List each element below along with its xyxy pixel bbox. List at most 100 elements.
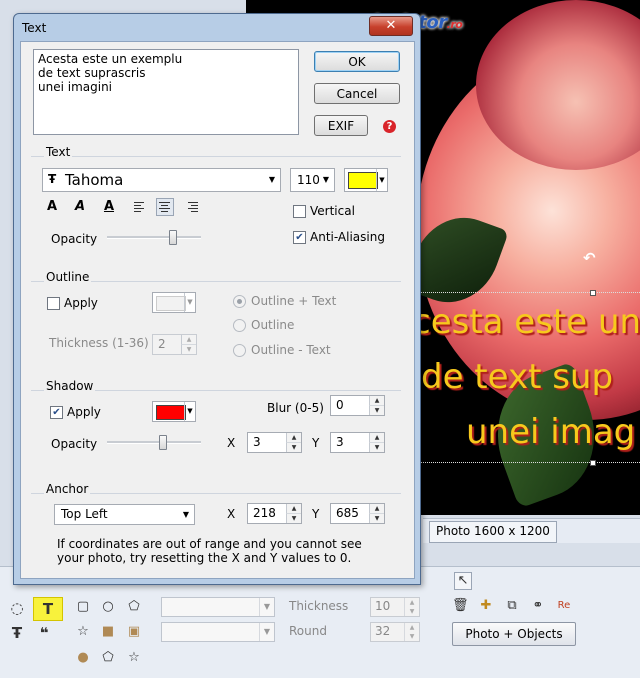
star-icon[interactable]: ☆ — [75, 624, 91, 640]
radio-outline[interactable]: Outline — [233, 318, 294, 332]
shadow-opacity-label: Opacity — [51, 437, 98, 451]
anchor-help-note: If coordinates are out of range and you … — [57, 537, 362, 565]
exif-button[interactable]: EXIF — [314, 115, 368, 136]
italic-icon[interactable]: A — [72, 199, 88, 215]
dialog-titlebar[interactable]: Text ✕ — [14, 14, 420, 40]
overlay-text-line-1[interactable]: cesta este un — [412, 302, 640, 342]
photo-objects-button[interactable]: Photo + Objects — [452, 622, 576, 646]
overlay-text-line-2[interactable]: de text sup — [421, 357, 613, 397]
shadow-group-title: Shadow — [44, 379, 96, 393]
underline-icon[interactable]: A — [101, 199, 117, 215]
dialog-title: Text — [22, 21, 47, 35]
shadow-opacity-slider[interactable] — [107, 435, 201, 450]
text-style-icon[interactable]: Ŧ — [8, 624, 26, 642]
round-spinner[interactable]: 32 ▲ ▼ — [370, 622, 420, 642]
shadow-color-picker[interactable]: ▼ — [152, 401, 196, 422]
text-opacity-thumb[interactable] — [169, 230, 177, 245]
outline-thickness-spinner[interactable]: 2 ▲ ▼ — [152, 334, 197, 355]
copy-icon[interactable]: ⧉ — [504, 598, 520, 614]
text-opacity-slider[interactable] — [107, 230, 201, 245]
text-tool-icon[interactable]: T — [33, 597, 63, 621]
shadow-y-label: Y — [312, 436, 320, 450]
filled-rounded-rect-icon[interactable]: ▣ — [126, 624, 142, 640]
add-object-icon[interactable]: ✚ — [478, 598, 494, 614]
close-button[interactable]: ✕ — [369, 16, 413, 36]
filled-circle-icon[interactable]: ● — [75, 650, 91, 666]
anchor-select[interactable]: Top Left ▼ — [54, 504, 195, 525]
status-bar: Photo 1600 x 1200 — [423, 518, 640, 543]
shape-fill-combo[interactable]: ▼ — [161, 622, 275, 642]
shadow-apply-label: Apply — [67, 405, 101, 419]
help-icon[interactable]: ? — [383, 120, 396, 133]
antialiasing-checkbox-box[interactable]: ✔ — [293, 230, 306, 244]
anchor-group-title: Anchor — [44, 482, 91, 496]
text-group-title: Text — [44, 145, 73, 159]
font-size-select[interactable]: 110 ▼ — [290, 168, 335, 192]
shadow-apply-checkbox[interactable]: ✔ Apply — [50, 405, 101, 419]
vertical-checkbox[interactable]: Vertical — [293, 204, 355, 218]
selection-handle[interactable] — [590, 460, 596, 466]
pointer-icon[interactable]: ↖ — [454, 572, 472, 590]
font-icon: Ŧ — [48, 172, 57, 186]
thickness-label: Thickness — [289, 599, 349, 613]
shadow-opacity-thumb[interactable] — [159, 435, 167, 450]
selection-border-bottom — [415, 462, 640, 463]
align-right-icon[interactable] — [185, 199, 201, 215]
cancel-button[interactable]: Cancel — [314, 83, 400, 104]
outline-apply-label: Apply — [64, 296, 98, 310]
star-filled-icon[interactable]: ☆ — [126, 650, 142, 666]
pentagon-filled-icon[interactable]: ⬠ — [100, 650, 116, 666]
anchor-x-label: X — [227, 507, 236, 521]
text-color-swatch — [348, 172, 378, 189]
font-family-select[interactable]: Tahoma Ŧ ▼ — [42, 168, 281, 192]
shape-style-combo[interactable]: ▼ — [161, 597, 275, 617]
photo-size-status: Photo 1600 x 1200 — [429, 521, 557, 543]
anchor-x-spinner[interactable]: 218 ▲ ▼ — [247, 503, 302, 524]
anchor-y-label: Y — [312, 507, 320, 521]
thickness-spinner[interactable]: 10 ▲ ▼ — [370, 597, 420, 617]
outline-group-title: Outline — [44, 270, 92, 284]
shadow-color-swatch — [156, 405, 186, 420]
shadow-x-spinner[interactable]: 3 ▲ ▼ — [247, 432, 302, 453]
text-opacity-label: Opacity — [51, 232, 98, 246]
group-icon[interactable]: ⚭ — [530, 598, 546, 614]
ok-button[interactable]: OK — [314, 51, 400, 72]
overlay-text-line-3[interactable]: unei imag — [466, 412, 635, 452]
blur-label: Blur (0-5) — [267, 401, 324, 415]
rotate-handle-icon[interactable]: ↶ — [583, 249, 601, 267]
vertical-label: Vertical — [310, 204, 355, 218]
selection-border-top — [415, 292, 640, 293]
outline-thickness-label: Thickness (1-36) — [49, 336, 149, 350]
outline-apply-checkbox-box[interactable] — [47, 296, 60, 310]
align-left-icon[interactable] — [132, 199, 148, 215]
quote-icon[interactable]: ❝ — [35, 624, 53, 642]
radio-outline-plus-text[interactable]: Outline + Text — [233, 294, 336, 308]
circle-icon[interactable]: ○ — [100, 599, 116, 615]
align-center-icon[interactable] — [156, 198, 174, 216]
outline-color-picker[interactable]: ▼ — [152, 292, 196, 313]
rename-icon[interactable]: Re — [556, 598, 572, 614]
shadow-y-spinner[interactable]: 3 ▲ ▼ — [330, 432, 385, 453]
anchor-y-spinner[interactable]: 685 ▲ ▼ — [330, 503, 385, 524]
round-label: Round — [289, 624, 327, 638]
rounded-rect-icon[interactable]: ▢ — [75, 599, 91, 615]
antialiasing-label: Anti-Aliasing — [310, 230, 385, 244]
text-input[interactable]: Acesta este un exemplu de text suprascri… — [33, 49, 299, 135]
bold-icon[interactable]: A — [44, 199, 60, 215]
shadow-apply-checkbox-box[interactable]: ✔ — [50, 405, 63, 419]
shadow-x-label: X — [227, 436, 236, 450]
separator — [31, 156, 401, 157]
blur-spinner[interactable]: 0 ▲ ▼ — [330, 395, 385, 416]
filled-rect-icon[interactable]: ■ — [100, 624, 116, 640]
trash-icon[interactable]: 🗑 — [452, 598, 469, 614]
outline-color-swatch — [156, 296, 186, 311]
vertical-checkbox-box[interactable] — [293, 204, 306, 218]
selection-handle[interactable] — [590, 290, 596, 296]
speech-bubble-icon[interactable]: ◌ — [8, 599, 26, 617]
dialog-body: Acesta este un exemplu de text suprascri… — [20, 41, 415, 579]
radio-outline-minus-text[interactable]: Outline - Text — [233, 343, 331, 357]
antialiasing-checkbox[interactable]: ✔ Anti-Aliasing — [293, 230, 385, 244]
outline-apply-checkbox[interactable]: Apply — [47, 296, 98, 310]
pentagon-icon[interactable]: ⬠ — [126, 599, 142, 615]
text-color-picker[interactable]: ▼ — [344, 168, 388, 192]
